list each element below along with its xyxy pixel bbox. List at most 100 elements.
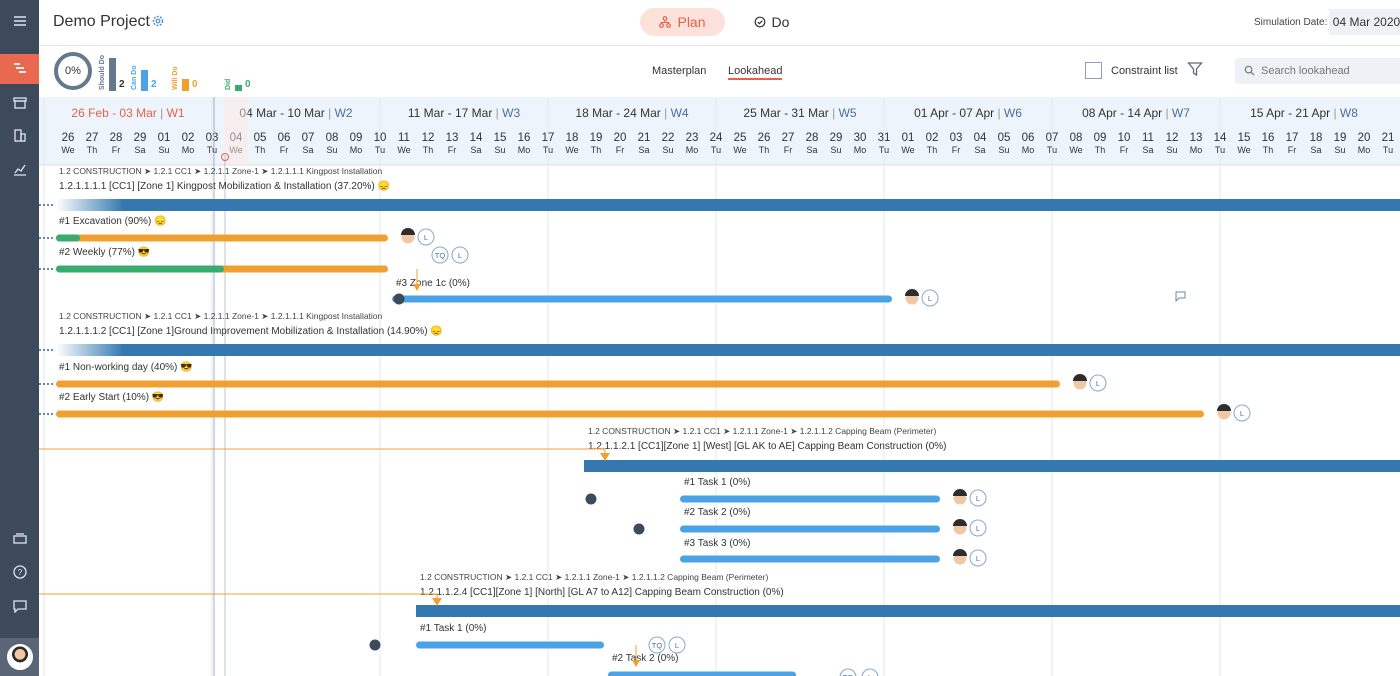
day-of-week: Mo <box>854 145 867 155</box>
comment-icon[interactable] <box>1175 291 1186 303</box>
task-bar[interactable] <box>56 234 388 242</box>
day-number: 03 <box>950 132 963 144</box>
task-label[interactable]: 1.2.1.1.1.2 [CC1] [Zone 1]Ground Improve… <box>59 325 443 337</box>
chart-icon[interactable] <box>0 154 39 184</box>
day-number: 12 <box>1166 132 1179 144</box>
task-bar[interactable] <box>680 525 940 533</box>
day-of-week: Mo <box>1358 145 1371 155</box>
constraint-list-checkbox[interactable] <box>1085 62 1102 79</box>
parent-bar[interactable] <box>584 460 1400 472</box>
day-number: 26 <box>62 132 75 144</box>
day-number: 07 <box>302 132 315 144</box>
task-bar[interactable] <box>56 410 1204 418</box>
user-avatar-button[interactable] <box>0 638 39 676</box>
project-title: Demo Project <box>53 13 150 30</box>
day-number: 08 <box>1070 132 1083 144</box>
simulation-date-picker[interactable]: 04 Mar 2020 <box>1329 9 1400 35</box>
task-bar[interactable] <box>680 495 940 503</box>
day-number: 19 <box>590 132 603 144</box>
task-label[interactable]: 1.2.1.1.1.1 [CC1] [Zone 1] Kingpost Mobi… <box>59 180 390 192</box>
day-number: 21 <box>638 132 651 144</box>
day-number: 04 <box>974 132 987 144</box>
check-circle-icon <box>754 16 765 28</box>
task-label[interactable]: #1 Task 1 (0%) <box>420 623 487 634</box>
task-label[interactable]: #1 Task 1 (0%) <box>684 477 751 488</box>
parent-bar[interactable] <box>416 605 1400 617</box>
task-bar[interactable] <box>392 295 892 303</box>
filter-icon[interactable] <box>1187 61 1203 77</box>
task-label[interactable]: #3 Zone 1c (0%) <box>396 278 470 289</box>
archive-icon[interactable] <box>0 88 39 118</box>
day-of-week: Fr <box>1288 145 1297 155</box>
masterplan-tab[interactable]: Masterplan <box>652 65 706 77</box>
plan-tab[interactable]: Plan <box>640 8 725 36</box>
task-label[interactable]: #2 Early Start (10%) 😎 <box>59 391 164 403</box>
lookahead-tab[interactable]: Lookahead <box>728 65 783 80</box>
day-of-week: Mo <box>182 145 195 155</box>
week-label-6: 08 Apr - 14 Apr | W7 <box>1082 106 1190 120</box>
task-label[interactable]: 1.2.1.1.2.1 [CC1][Zone 1] [West] [GL AK … <box>588 441 947 452</box>
day-of-week: Tu <box>207 145 217 155</box>
do-tab[interactable]: Do <box>739 8 804 36</box>
day-of-week: Tu <box>1047 145 1057 155</box>
day-number: 19 <box>1334 132 1347 144</box>
task-label[interactable]: 1.2.1.1.2.4 [CC1][Zone 1] [North] [GL A7… <box>420 587 784 598</box>
gear-icon[interactable] <box>151 14 165 28</box>
day-of-week: Tu <box>711 145 721 155</box>
day-of-week: Fr <box>616 145 625 155</box>
progress-ring: 0% <box>54 52 92 90</box>
parent-bar[interactable] <box>56 344 1400 356</box>
task-label[interactable]: #1 Non-working day (40%) 😎 <box>59 361 193 373</box>
week-label-1: 04 Mar - 10 Mar | W2 <box>239 106 352 120</box>
day-of-week: Tu <box>1215 145 1225 155</box>
day-of-week: Sa <box>302 145 313 155</box>
task-label[interactable]: #2 Task 2 (0%) <box>684 507 751 518</box>
search-input[interactable] <box>1261 64 1400 78</box>
day-number: 11 <box>1142 132 1154 144</box>
day-number: 06 <box>278 132 291 144</box>
filter-bar: 0% Should Do 2 Can Do 2 Will Do 0 Did 0 Masterp… <box>39 46 1400 97</box>
menu-icon[interactable] <box>0 6 39 36</box>
stat-label-2: Will Do <box>172 66 179 90</box>
task-label[interactable]: #2 Task 2 (0%) <box>612 653 679 664</box>
task-label[interactable]: #3 Task 3 (0%) <box>684 538 751 549</box>
chat-icon[interactable] <box>0 591 39 621</box>
building-icon[interactable] <box>0 120 39 150</box>
task-breadcrumb: 1.2 CONSTRUCTION ➤ 1.2.1 CC1 ➤ 1.2.1.1 Z… <box>588 426 936 436</box>
task-bar[interactable] <box>416 641 604 649</box>
day-number: 07 <box>1046 132 1059 144</box>
tag-label: TQ <box>652 641 663 650</box>
stat-count-2: 0 <box>192 79 198 90</box>
day-of-week: Sa <box>974 145 985 155</box>
day-of-week: Tu <box>879 145 889 155</box>
day-number: 29 <box>134 132 147 144</box>
search-box <box>1235 58 1400 84</box>
task-label[interactable]: #1 Excavation (90%) 😞 <box>59 215 167 227</box>
task-label[interactable]: #2 Weekly (77%) 😎 <box>59 246 150 258</box>
stat-bar-2 <box>182 79 189 91</box>
day-of-week: Su <box>998 145 1009 155</box>
stat-bar-3 <box>235 85 242 91</box>
help-icon[interactable]: ? <box>0 557 39 587</box>
day-of-week: Th <box>1263 145 1274 155</box>
gantt-icon[interactable] <box>0 54 39 84</box>
task-bar[interactable] <box>680 555 940 563</box>
stat-label-1: Can Do <box>131 65 138 91</box>
task-bar[interactable] <box>56 380 1060 388</box>
day-of-week: Mo <box>1190 145 1203 155</box>
day-of-week: Th <box>591 145 602 155</box>
dependency-link <box>39 448 606 457</box>
day-number: 29 <box>830 132 843 144</box>
inbox-icon[interactable] <box>0 523 39 553</box>
day-of-week: Fr <box>784 145 793 155</box>
parent-bar[interactable] <box>56 199 1400 211</box>
day-of-week: Fr <box>1120 145 1129 155</box>
day-number: 15 <box>494 132 507 144</box>
day-of-week: Th <box>759 145 770 155</box>
task-bar-progress <box>56 265 224 273</box>
day-number: 18 <box>566 132 579 144</box>
tag-label: L <box>1096 379 1100 388</box>
task-bar[interactable] <box>608 671 796 676</box>
day-number: 11 <box>398 132 410 144</box>
day-of-week: We <box>1237 145 1250 155</box>
